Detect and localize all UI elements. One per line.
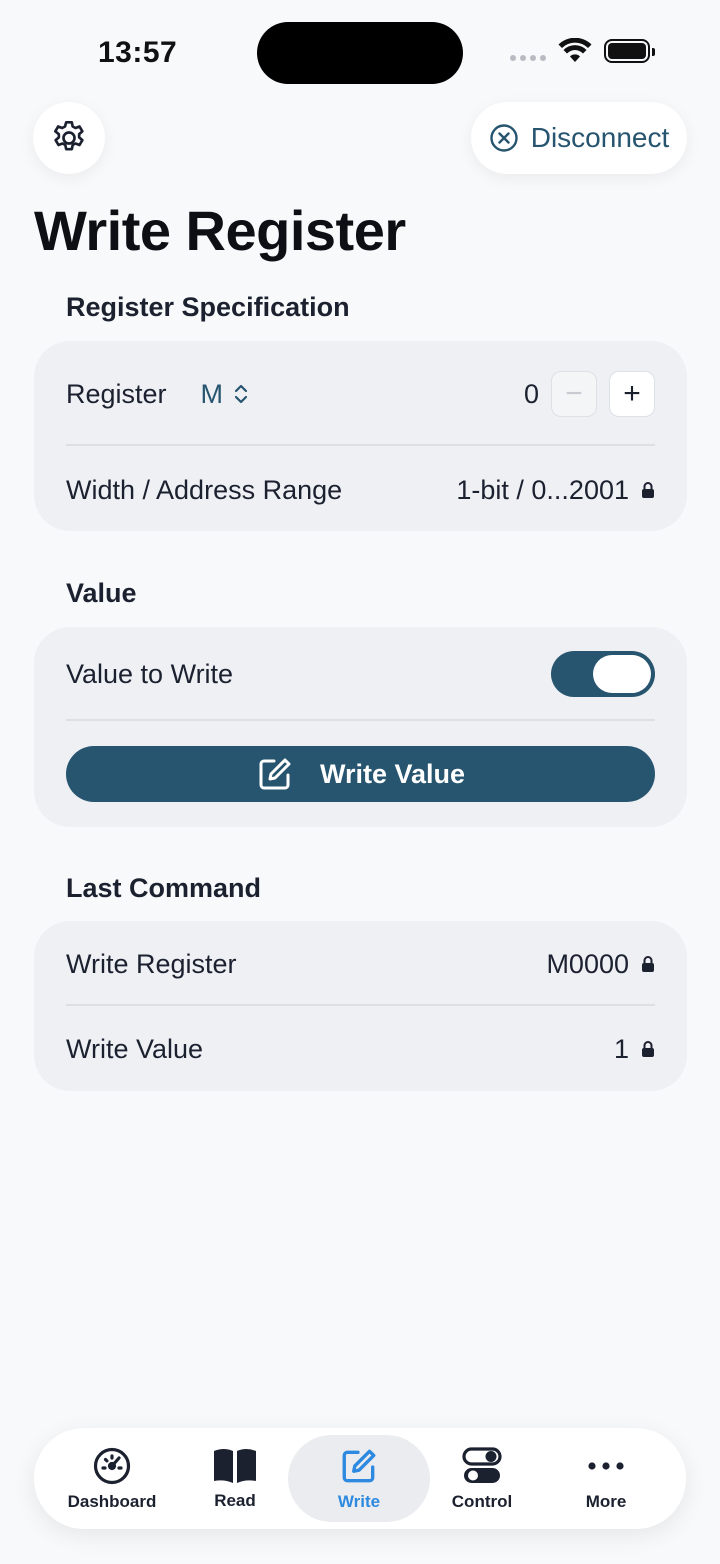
write-register-row: Write Register M0000 (66, 939, 655, 989)
divider (66, 444, 655, 446)
settings-button[interactable] (33, 102, 105, 174)
lock-icon (642, 956, 654, 972)
increment-button[interactable]: + (609, 371, 655, 417)
register-type-picker[interactable]: M (201, 379, 250, 410)
value-card: Value to Write Write Value (34, 627, 687, 827)
tab-label: Read (214, 1490, 256, 1510)
gear-icon (54, 121, 84, 151)
section-title-value: Value (66, 578, 137, 608)
tab-label: Write (337, 1491, 381, 1511)
ellipsis-icon (588, 1461, 624, 1470)
register-row: Register M 0 − + (66, 369, 655, 419)
tab-label: Control (451, 1491, 513, 1511)
lock-icon (642, 1041, 654, 1057)
toggle-knob (593, 655, 651, 693)
tab-dashboard[interactable]: Dashboard (41, 1435, 183, 1522)
edit-icon (342, 1449, 376, 1482)
register-type-value: M (200, 378, 224, 409)
page-title: Write Register (34, 199, 406, 262)
write-value-row: Write Value 1 (66, 1024, 655, 1074)
decrement-button[interactable]: − (551, 371, 597, 417)
last-command-card: Write Register M0000 Write Value 1 (34, 921, 687, 1091)
lock-icon (642, 482, 654, 498)
write-value-row-value: 1 (613, 1033, 629, 1064)
book-icon (214, 1448, 256, 1483)
width-range-row: Width / Address Range 1-bit / 0...2001 (66, 465, 655, 515)
tab-label: More (585, 1491, 627, 1511)
divider (66, 719, 655, 721)
gauge-icon (93, 1447, 131, 1484)
tab-write[interactable]: Write (288, 1435, 430, 1522)
write-value-label: Write Value (319, 758, 466, 789)
close-circle-icon (490, 124, 518, 152)
tab-bar: Dashboard Read Write Control More (34, 1428, 686, 1529)
disconnect-label: Disconnect (530, 122, 670, 153)
width-range-label: Width / Address Range (66, 474, 343, 505)
register-label: Register (66, 378, 167, 409)
wifi-icon (558, 38, 592, 62)
width-range-value: 1-bit / 0...2001 (456, 474, 629, 505)
value-toggle[interactable] (551, 651, 655, 697)
write-value-row-label: Write Value (66, 1033, 204, 1064)
section-title-last-command: Last Command (66, 873, 262, 903)
dynamic-island (257, 22, 463, 84)
value-to-write-row: Value to Write (66, 649, 655, 699)
toggles-icon (462, 1446, 502, 1483)
chevron-up-down-icon (234, 384, 248, 404)
battery-icon (604, 39, 655, 63)
write-value-button[interactable]: Write Value (66, 746, 655, 802)
write-register-label: Write Register (66, 948, 237, 979)
status-time: 13:57 (98, 36, 178, 69)
tab-more[interactable]: More (535, 1435, 677, 1522)
disconnect-button[interactable]: Disconnect (471, 102, 687, 174)
address-value: 0 (523, 378, 539, 409)
write-register-value: M0000 (546, 948, 629, 979)
tab-read[interactable]: Read (164, 1435, 306, 1522)
register-spec-card: Register M 0 − + Width / Address Range 1… (34, 341, 687, 531)
address-stepper: 0 − + (524, 371, 655, 417)
tab-control[interactable]: Control (411, 1435, 553, 1522)
section-title-register-spec: Register Specification (66, 292, 350, 322)
edit-icon (259, 758, 291, 790)
tab-label: Dashboard (67, 1491, 157, 1511)
value-to-write-label: Value to Write (66, 658, 234, 689)
divider (66, 1004, 655, 1006)
status-indicators (510, 38, 655, 64)
cellular-signal-icon (510, 55, 546, 61)
